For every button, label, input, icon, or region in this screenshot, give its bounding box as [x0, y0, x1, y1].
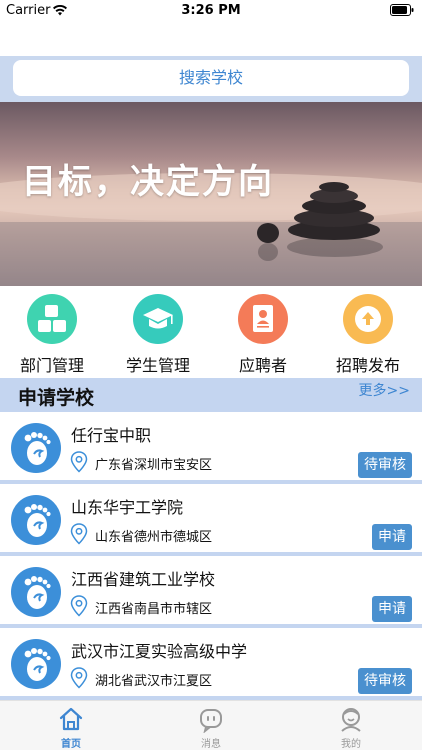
tab-home[interactable]: 首页: [31, 705, 111, 750]
more-link[interactable]: 更多>>: [359, 380, 410, 400]
menu-label: 学生管理: [125, 356, 190, 375]
menu-item-students[interactable]: 学生管理: [108, 294, 208, 376]
tab-label: 我的: [341, 739, 361, 750]
tab-messages[interactable]: 消息: [171, 705, 251, 750]
location-pin-icon: [70, 667, 88, 689]
search-school-button[interactable]: 搜索学校: [13, 60, 409, 96]
footprint-icon: [11, 423, 61, 473]
banner[interactable]: 目标，决定方向: [0, 102, 422, 286]
menu-item-applicants[interactable]: 应聘者: [213, 294, 313, 376]
apply-button[interactable]: 申请: [372, 596, 412, 622]
clock: 3:26 PM: [181, 3, 241, 18]
pending-review-button[interactable]: 待审核: [358, 452, 412, 478]
school-list-item[interactable]: 江西省建筑工业学校 江西省南昌市市辖区 申请: [0, 556, 422, 628]
school-list-item[interactable]: 武汉市江夏实验高级中学 湖北省武汉市江夏区 待审核: [0, 628, 422, 700]
school-name: 武汉市江夏实验高级中学: [71, 642, 248, 661]
school-location: 江西省南昌市市辖区: [95, 602, 213, 617]
school-list-item[interactable]: 任行宝中职 广东省深圳市宝安区 待审核: [0, 412, 422, 484]
section-header: 申请学校 更多>>: [0, 378, 422, 412]
menu-label: 应聘者: [238, 356, 287, 375]
search-bar-container: 搜索学校: [0, 56, 422, 102]
footprint-icon: [11, 639, 61, 689]
menu-label: 招聘发布: [335, 356, 400, 375]
school-name: 山东华宇工学院: [71, 498, 184, 517]
status-bar: Carrier 3:26 PM: [0, 0, 422, 22]
location-pin-icon: [70, 451, 88, 473]
school-location: 山东省德州市德城区: [95, 530, 213, 545]
profile-icon: [341, 708, 361, 732]
school-location: 广东省深圳市宝安区: [95, 458, 213, 473]
tab-profile[interactable]: 我的: [311, 705, 391, 750]
school-name: 江西省建筑工业学校: [71, 570, 216, 589]
menu-item-department[interactable]: 部门管理: [2, 294, 102, 376]
quick-menu: 部门管理 学生管理 应聘者 招聘发布: [0, 286, 422, 378]
apply-button[interactable]: 申请: [372, 524, 412, 550]
banner-slogan: 目标，决定方向: [22, 162, 274, 202]
menu-label: 部门管理: [19, 356, 84, 375]
school-location: 湖北省武汉市江夏区: [95, 674, 213, 689]
pending-review-button[interactable]: 待审核: [358, 668, 412, 694]
tab-bar: 首页 消息 我的: [0, 700, 422, 750]
tab-label: 消息: [201, 739, 221, 750]
blocks-icon: [27, 294, 77, 344]
battery-icon: [390, 4, 414, 16]
footprint-icon: [11, 495, 61, 545]
menu-item-job-posting[interactable]: 招聘发布: [318, 294, 418, 376]
tab-label: 首页: [61, 739, 81, 750]
location-pin-icon: [70, 595, 88, 617]
graduation-cap-icon: [133, 294, 183, 344]
home-icon: [59, 707, 83, 731]
school-name: 任行宝中职: [71, 426, 152, 445]
upload-icon: [343, 294, 393, 344]
section-title: 申请学校: [18, 387, 95, 409]
location-pin-icon: [70, 523, 88, 545]
message-icon: [200, 709, 222, 733]
footprint-icon: [11, 567, 61, 617]
id-card-icon: [238, 294, 288, 344]
school-list-item[interactable]: 山东华宇工学院 山东省德州市德城区 申请: [0, 484, 422, 556]
